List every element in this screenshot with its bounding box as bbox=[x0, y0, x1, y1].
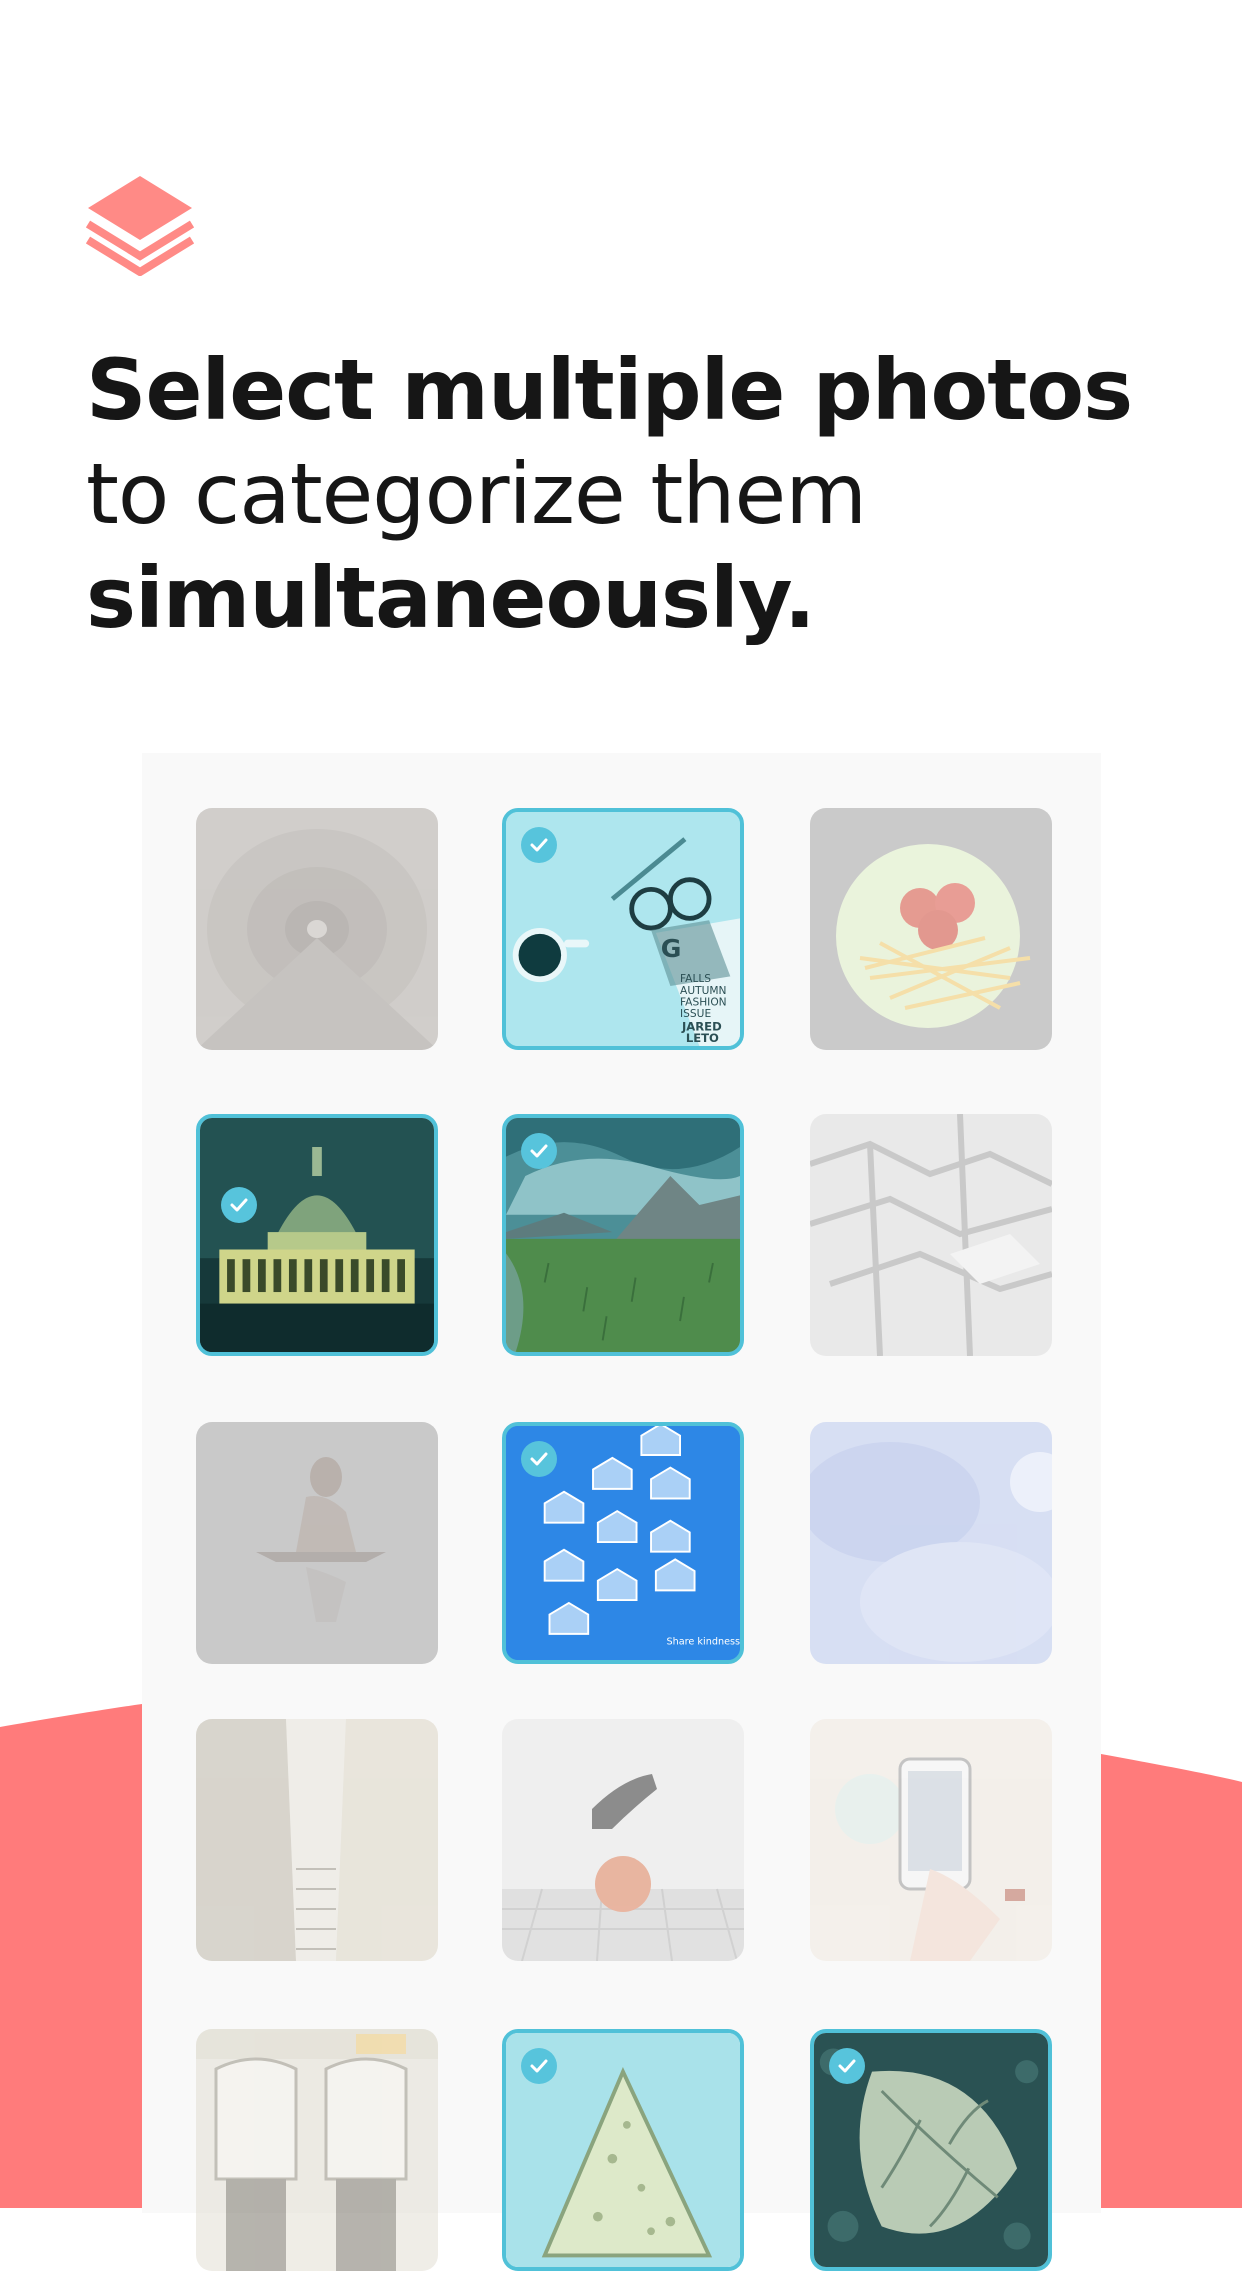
photo-tile-mountains[interactable] bbox=[502, 1114, 744, 1356]
photo-tile-crepe[interactable] bbox=[502, 2029, 744, 2271]
check-icon bbox=[221, 1187, 257, 1223]
check-icon bbox=[829, 2048, 865, 2084]
headline-line-3: simultaneously. bbox=[86, 549, 816, 647]
check-icon bbox=[521, 1441, 557, 1477]
photo-tile-leaf[interactable] bbox=[810, 2029, 1052, 2271]
photo-tile-sneaker[interactable] bbox=[502, 1719, 744, 1961]
houses-caption: Share kindness. bbox=[667, 1637, 740, 1648]
check-icon bbox=[521, 2048, 557, 2084]
photo-tile-phone[interactable] bbox=[810, 1719, 1052, 1961]
photo-tile-alley[interactable] bbox=[196, 1719, 438, 1961]
photo-tile-capitol[interactable] bbox=[196, 1114, 438, 1356]
photo-tile-woman[interactable] bbox=[196, 1422, 438, 1664]
photo-tile-tunnel[interactable] bbox=[196, 808, 438, 1050]
photo-tile-food-plate[interactable] bbox=[810, 808, 1052, 1050]
photo-tile-desk[interactable]: G FALLS AUTUMN FASHION ISSUE JARED LETO bbox=[502, 808, 744, 1050]
photo-grid-panel: G FALLS AUTUMN FASHION ISSUE JARED LETO bbox=[142, 753, 1101, 2271]
magazine-line: ISSUE bbox=[680, 1007, 711, 1020]
photo-tile-houses[interactable]: Share kindness. bbox=[502, 1422, 744, 1664]
headline: Select multiple photos to categorize the… bbox=[86, 338, 1206, 650]
check-icon bbox=[521, 1133, 557, 1169]
photo-tile-smoke[interactable] bbox=[810, 1422, 1052, 1664]
headline-line-2: to categorize them bbox=[86, 445, 867, 543]
check-icon bbox=[521, 827, 557, 863]
photo-tile-tiles[interactable] bbox=[810, 1114, 1052, 1356]
stacked-layers-icon bbox=[85, 174, 195, 277]
headline-line-1: Select multiple photos bbox=[86, 341, 1133, 439]
magazine-line: LETO bbox=[686, 1031, 719, 1045]
magazine-letter: G bbox=[661, 934, 682, 963]
photo-tile-storefront[interactable] bbox=[196, 2029, 438, 2271]
